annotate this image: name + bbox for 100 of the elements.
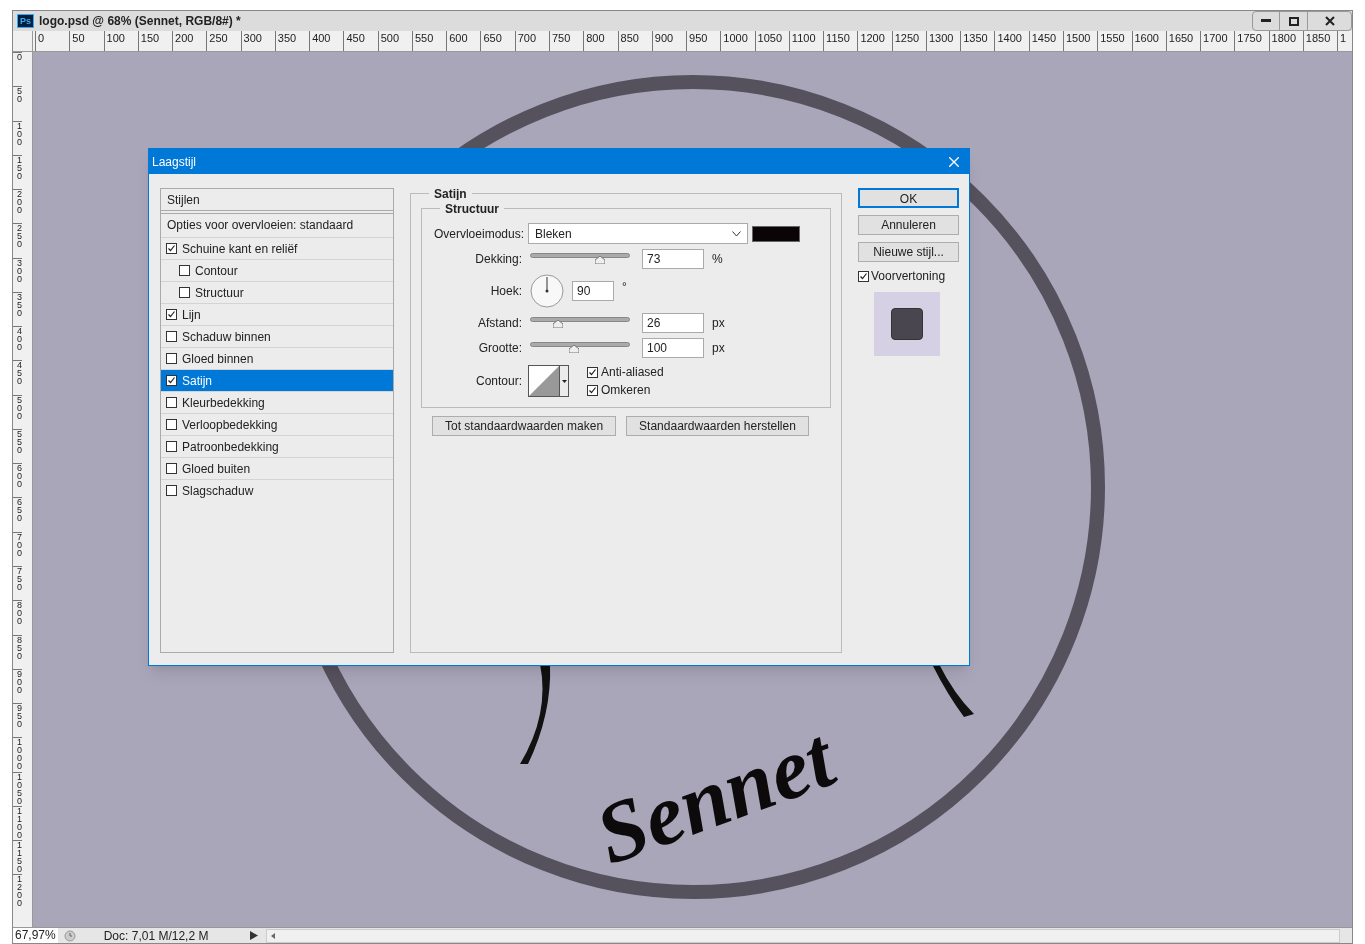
checkbox[interactable] — [166, 331, 177, 342]
ruler-label: 850 — [13, 634, 22, 669]
ruler-label: 750 — [549, 31, 584, 51]
dialog-button[interactable]: Annuleren — [858, 215, 959, 235]
ruler-label: 1550 — [1097, 31, 1132, 51]
caret-icon[interactable] — [561, 379, 567, 383]
checkbox[interactable] — [858, 270, 869, 282]
close-icon[interactable] — [1324, 16, 1335, 26]
ruler-label: 800 — [13, 600, 22, 635]
list-item[interactable]: Opties voor overvloeien: standaard — [161, 213, 393, 237]
effect-item[interactable]: Kleurbedekking — [161, 391, 393, 413]
defaults-button[interactable]: Standaardwaarden herstellen — [626, 416, 809, 436]
ruler-label: 950 — [13, 703, 22, 738]
checkbox[interactable] — [179, 287, 190, 298]
ruler-label: 150 — [13, 154, 22, 190]
ruler-label: 0 — [13, 52, 22, 87]
checkbox-label: Omkeren — [601, 382, 651, 399]
checkbox[interactable] — [587, 366, 598, 378]
ruler-label: 200 — [172, 31, 207, 51]
value-field[interactable]: 26 — [642, 313, 704, 333]
effect-item[interactable]: Schuine kant en reliëf — [161, 237, 393, 259]
ruler-label: 1000 — [13, 737, 22, 772]
logo-text: Sennet — [582, 708, 847, 885]
value-field[interactable]: 90 — [572, 281, 614, 301]
contour-picker[interactable] — [528, 365, 569, 397]
checkbox[interactable] — [179, 265, 190, 276]
minimize-icon[interactable] — [1261, 19, 1271, 23]
ruler-label: 1200 — [857, 31, 892, 51]
ruler-label: 1 — [1337, 31, 1352, 51]
ruler-label: 1400 — [994, 31, 1029, 51]
ruler-label: 450 — [343, 31, 378, 51]
color-swatch[interactable] — [752, 225, 800, 242]
effect-item[interactable]: Slagschaduw — [161, 479, 393, 501]
window-title: logo.psd @ 68% (Sennet, RGB/8#) * — [39, 13, 241, 30]
checkbox[interactable] — [166, 419, 177, 430]
checkbox-label: Anti-aliased — [601, 364, 664, 381]
ruler-label: 1300 — [925, 31, 961, 51]
effect-item[interactable]: Patroonbedekking — [161, 435, 393, 457]
ruler-label: 300 — [13, 257, 22, 292]
checkbox[interactable] — [166, 441, 177, 452]
document-size: Doc: 7,01 M/12,2 M — [103, 927, 210, 944]
effect-item[interactable]: Lijn — [161, 303, 393, 325]
dialog-title: Laagstijl — [152, 153, 197, 171]
zoom-field[interactable]: 67,97% — [13, 928, 58, 943]
checkbox[interactable] — [166, 375, 177, 386]
horizontal-scrollbar[interactable] — [265, 928, 1340, 943]
dialog-button[interactable]: OK — [858, 188, 959, 208]
play-icon[interactable] — [249, 931, 258, 940]
effect-item[interactable]: Verloopbedekking — [161, 413, 393, 435]
effect-item[interactable]: Structuur — [161, 281, 393, 303]
value-field[interactable]: 100 — [642, 338, 704, 358]
ruler-label: 150 — [137, 31, 173, 51]
slider-track[interactable] — [530, 253, 630, 265]
checkbox[interactable] — [166, 397, 177, 408]
effect-item[interactable]: Contour — [161, 259, 393, 281]
scroll-left-icon[interactable] — [270, 932, 275, 939]
slider-thumb[interactable] — [568, 345, 579, 353]
ruler-label: 450 — [13, 360, 22, 395]
list-header[interactable]: Stijlen — [161, 189, 393, 211]
effect-item[interactable]: Satijn — [161, 369, 393, 391]
value-field[interactable]: 73 — [642, 249, 704, 269]
ruler-label: 1350 — [960, 31, 995, 51]
ruler-label: 900 — [651, 31, 687, 51]
checkbox[interactable] — [166, 309, 177, 320]
ruler-label: 550 — [411, 31, 447, 51]
checkbox[interactable] — [166, 353, 177, 364]
ruler-label: 1800 — [1268, 31, 1303, 51]
checkbox[interactable] — [166, 485, 177, 496]
blend-mode-dropdown[interactable]: Bleken — [528, 223, 748, 244]
ruler-label: 350 — [274, 31, 310, 51]
field-label: Afstand: — [476, 315, 522, 332]
preview-thumbnail — [874, 292, 940, 356]
ruler-label: 50 — [13, 86, 22, 121]
ruler-label: 700 — [514, 31, 549, 51]
slider-thumb[interactable] — [552, 320, 563, 328]
ruler-label: 1150 — [13, 840, 22, 875]
effect-item[interactable]: Schaduw binnen — [161, 325, 393, 347]
ruler-label: 50 — [69, 31, 104, 51]
checkbox[interactable] — [166, 243, 177, 254]
defaults-button[interactable]: Tot standaardwaarden maken — [432, 416, 617, 436]
unit-label: px — [712, 340, 725, 357]
angle-dial[interactable] — [530, 274, 564, 308]
dialog-button[interactable]: Nieuwe stijl... — [858, 242, 959, 262]
ruler-label: 950 — [686, 31, 721, 51]
ruler-label: 900 — [13, 668, 22, 704]
slider-thumb[interactable] — [594, 256, 605, 264]
effect-item[interactable]: Gloed buiten — [161, 457, 393, 479]
slider-track[interactable] — [530, 342, 630, 354]
field-label: Dekking: — [474, 251, 522, 268]
ruler-label: 1250 — [891, 31, 926, 51]
slider-track[interactable] — [530, 317, 630, 329]
checkbox[interactable] — [587, 384, 598, 396]
chevron-down-icon[interactable] — [732, 230, 741, 237]
checkbox[interactable] — [166, 463, 177, 474]
field-label: Grootte: — [477, 340, 522, 357]
ruler-label: 600 — [13, 463, 22, 498]
maximize-icon[interactable] — [1288, 16, 1299, 26]
unit-label: % — [712, 251, 723, 268]
ruler-label: 400 — [309, 31, 344, 51]
ruler-label: 650 — [480, 31, 515, 51]
